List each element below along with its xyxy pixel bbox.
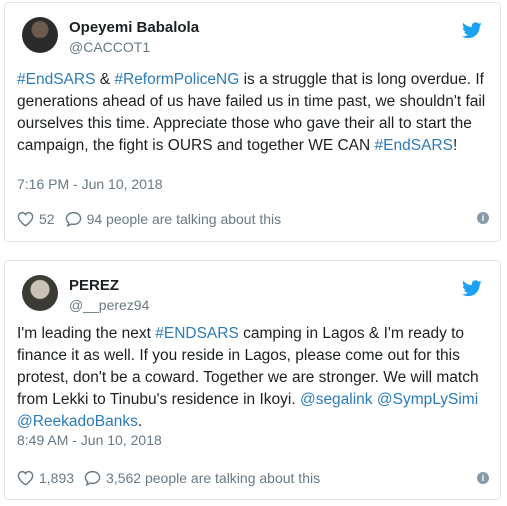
- mention-link[interactable]: @ReekadoBanks: [17, 413, 138, 430]
- conversation-action[interactable]: 3,562 people are talking about this: [84, 470, 320, 486]
- info-icon[interactable]: i: [477, 472, 489, 484]
- like-count: 52: [39, 211, 55, 227]
- hashtag-link[interactable]: #ENDSARS: [155, 325, 239, 342]
- tweet-text-segment: &: [95, 71, 115, 88]
- talking-about-count: 3,562 people are talking about this: [106, 470, 321, 486]
- like-action[interactable]: 52: [17, 211, 55, 227]
- twitter-bird-icon[interactable]: [462, 280, 482, 297]
- twitter-bird-icon[interactable]: [462, 22, 482, 39]
- mention-link[interactable]: @SympLySimi: [377, 391, 478, 408]
- tweet-actions: 52 94 people are talking about this: [17, 211, 291, 227]
- like-count: 1,893: [39, 470, 75, 486]
- like-action[interactable]: 1,893: [17, 470, 74, 486]
- tweet-timestamp[interactable]: 8:49 AM - Jun 10, 2018: [17, 432, 162, 448]
- hashtag-link[interactable]: #EndSARS: [375, 137, 453, 154]
- tweet-timestamp[interactable]: 7:16 PM - Jun 10, 2018: [17, 176, 163, 192]
- tweet-text-segment: I'm leading the next: [17, 325, 156, 342]
- hashtag-link[interactable]: #ReformPoliceNG: [114, 71, 239, 88]
- author-name[interactable]: PEREZ: [69, 277, 119, 294]
- tweet-text-segment: !: [452, 137, 458, 154]
- heart-icon: [17, 211, 34, 227]
- tweet-text-1: #EndSARS & #ReformPoliceNG is a struggle…: [17, 69, 491, 157]
- talking-about-count: 94 people are talking about this: [86, 211, 282, 227]
- tweet-text-2: I'm leading the next #ENDSARS camping in…: [17, 323, 491, 433]
- mention-link[interactable]: @segalink: [300, 391, 373, 408]
- author-name[interactable]: Opeyemi Babalola: [69, 19, 199, 36]
- heart-icon: [17, 470, 34, 486]
- tweet-actions: 1,893 3,562 people are talking about thi…: [17, 470, 330, 486]
- hashtag-link[interactable]: #EndSARS: [17, 71, 95, 88]
- avatar[interactable]: [22, 17, 58, 53]
- author-handle[interactable]: @CACCOT1: [69, 39, 150, 55]
- speech-bubble-icon: [84, 470, 101, 486]
- info-icon[interactable]: i: [477, 212, 489, 224]
- tweet-text-segment: .: [137, 413, 143, 430]
- speech-bubble-icon: [65, 211, 81, 227]
- conversation-action[interactable]: 94 people are talking about this: [65, 211, 282, 227]
- author-handle[interactable]: @__perez94: [69, 297, 149, 313]
- avatar[interactable]: [22, 275, 58, 311]
